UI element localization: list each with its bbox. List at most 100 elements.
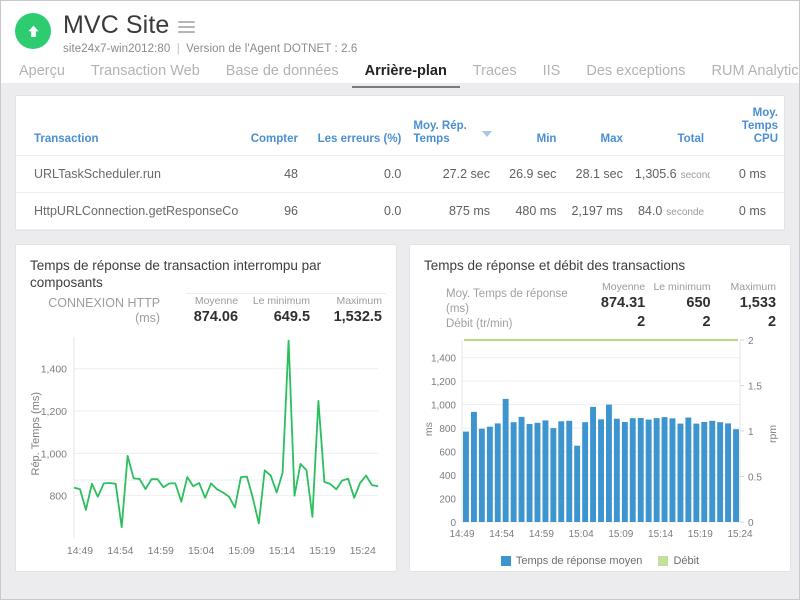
cell-total-value: 1,305.6 bbox=[635, 167, 677, 181]
svg-text:1,000: 1,000 bbox=[431, 401, 456, 412]
tab-apercu[interactable]: Aperçu bbox=[17, 62, 78, 88]
agent-version-label: Version de l'Agent DOTNET : 2.6 bbox=[186, 43, 357, 55]
tab-des-exceptions[interactable]: Des exceptions bbox=[573, 62, 698, 88]
svg-text:14:54: 14:54 bbox=[489, 529, 514, 540]
left-line-chart-svg[interactable]: 8001,0001,2001,40014:4914:5414:5915:0415… bbox=[26, 331, 386, 566]
right-stat-min-throughput: 2 bbox=[649, 313, 710, 332]
legend-item-response-time[interactable]: Temps de réponse moyen bbox=[501, 555, 643, 567]
right-chart-title: Temps de réponse et débit des transactio… bbox=[420, 255, 780, 274]
tab-traces[interactable]: Traces bbox=[460, 62, 530, 88]
cell-total-unit: seconde bbox=[681, 170, 711, 181]
cell-max: 2,197 ms bbox=[562, 193, 628, 230]
legend-label-response-time: Temps de réponse moyen bbox=[516, 555, 643, 567]
main-content: Transaction Compter Les erreurs (%) Moy.… bbox=[1, 83, 799, 572]
column-header-avg-response-time[interactable]: Moy. Rép. Temps bbox=[407, 96, 496, 156]
transactions-table-card: Transaction Compter Les erreurs (%) Moy.… bbox=[15, 95, 785, 231]
right-stat-avg: Moyenne 874.31 2 bbox=[584, 280, 649, 332]
legend-label-throughput: Débit bbox=[673, 555, 699, 567]
left-stat-max: Maximum 1,532.5 bbox=[314, 294, 386, 327]
svg-text:200: 200 bbox=[439, 495, 456, 506]
app-window: MVC Site site24x7-win2012:80 | Version d… bbox=[0, 0, 800, 600]
table-row[interactable]: URLTaskScheduler.run 48 0.0 27.2 sec 26.… bbox=[16, 156, 784, 193]
charts-row: Temps de réponse de transaction interrom… bbox=[15, 244, 785, 572]
cell-count: 48 bbox=[238, 156, 304, 193]
cell-total: 1,305.6 seconde bbox=[629, 156, 710, 193]
app-header: MVC Site site24x7-win2012:80 | Version d… bbox=[1, 1, 799, 83]
right-stat-avg-header: Moyenne bbox=[584, 280, 645, 294]
right-stat-max: Maximum 1,533 2 bbox=[715, 280, 780, 332]
svg-text:1,000: 1,000 bbox=[41, 448, 67, 460]
cell-min: 480 ms bbox=[496, 193, 562, 230]
right-bar-chart-svg[interactable]: 02004006008001,0001,2001,40000.511.5214:… bbox=[420, 336, 780, 548]
tab-arriere-plan[interactable]: Arrière-plan bbox=[352, 62, 460, 88]
svg-text:15:04: 15:04 bbox=[188, 545, 214, 557]
left-chart-plot: 8001,0001,2001,40014:4914:5414:5915:0415… bbox=[26, 331, 386, 571]
left-series-label: CONNEXION HTTP (ms) bbox=[26, 296, 170, 327]
legend-swatch-throughput bbox=[658, 556, 668, 566]
svg-text:0.5: 0.5 bbox=[748, 473, 762, 484]
cell-transaction[interactable]: HttpURLConnection.getResponseCode bbox=[16, 193, 238, 230]
component-response-time-chart-card: Temps de réponse de transaction interrom… bbox=[15, 244, 397, 572]
right-chart-plot: 02004006008001,0001,2001,40000.511.5214:… bbox=[420, 336, 780, 553]
header-subtitle: site24x7-win2012:80 | Version de l'Agent… bbox=[63, 43, 357, 55]
column-header-avg-cpu-time[interactable]: Moy. Temps CPU bbox=[710, 96, 784, 156]
svg-text:15:24: 15:24 bbox=[350, 545, 376, 557]
legend-swatch-response-time bbox=[501, 556, 511, 566]
right-stat-min-header: Le minimum bbox=[649, 280, 710, 294]
table-row[interactable]: HttpURLConnection.getResponseCode 96 0.0… bbox=[16, 193, 784, 230]
svg-text:2: 2 bbox=[748, 336, 754, 347]
cell-transaction[interactable]: URLTaskScheduler.run bbox=[16, 156, 238, 193]
svg-text:14:49: 14:49 bbox=[67, 545, 93, 557]
tab-transaction-web[interactable]: Transaction Web bbox=[78, 62, 213, 88]
right-chart-legend: Temps de réponse moyen Débit bbox=[410, 555, 790, 567]
svg-text:800: 800 bbox=[439, 424, 456, 435]
up-arrow-circle-icon bbox=[15, 13, 51, 49]
column-header-total[interactable]: Total bbox=[629, 96, 710, 156]
right-stat-min: Le minimum 650 2 bbox=[649, 280, 714, 332]
svg-text:1,400: 1,400 bbox=[431, 354, 456, 365]
subtitle-separator: | bbox=[177, 43, 180, 55]
left-stat-max-value: 1,532.5 bbox=[314, 308, 382, 327]
right-row-labels: Moy. Temps de réponse (ms) Débit (tr/min… bbox=[420, 287, 584, 332]
svg-text:15:09: 15:09 bbox=[228, 545, 254, 557]
svg-text:15:14: 15:14 bbox=[648, 529, 673, 540]
cell-total-value: 84.0 bbox=[638, 204, 662, 218]
left-chart-stats: CONNEXION HTTP (ms) Moyenne 874.06 Le mi… bbox=[26, 293, 386, 327]
svg-text:1,400: 1,400 bbox=[41, 364, 67, 376]
right-stat-min-resp: 650 bbox=[649, 294, 710, 313]
chevron-down-icon[interactable] bbox=[482, 131, 492, 137]
column-header-errors[interactable]: Les erreurs (%) bbox=[304, 96, 407, 156]
left-stat-min-value: 649.5 bbox=[242, 308, 310, 327]
table-header-row: Transaction Compter Les erreurs (%) Moy.… bbox=[16, 96, 784, 156]
response-time-throughput-chart-card: Temps de réponse et débit des transactio… bbox=[409, 244, 791, 572]
cell-avg-cpu-time: 0 ms bbox=[710, 193, 784, 230]
column-header-transaction[interactable]: Transaction bbox=[16, 96, 238, 156]
svg-text:800: 800 bbox=[49, 491, 67, 503]
svg-text:15:24: 15:24 bbox=[727, 529, 752, 540]
left-stat-avg-value: 874.06 bbox=[170, 308, 238, 327]
left-stat-min-header: Le minimum bbox=[242, 294, 310, 308]
column-header-count[interactable]: Compter bbox=[238, 96, 304, 156]
right-stat-max-throughput: 2 bbox=[715, 313, 776, 332]
svg-text:Rép. Temps (ms): Rép. Temps (ms) bbox=[30, 392, 42, 476]
left-chart-title: Temps de réponse de transaction interrom… bbox=[26, 255, 386, 291]
cell-total-unit: seconde bbox=[666, 207, 704, 218]
cell-min: 26.9 sec bbox=[496, 156, 562, 193]
cell-total: 84.0 seconde bbox=[629, 193, 710, 230]
column-header-avg-response-time-label: Moy. Rép. Temps bbox=[413, 120, 466, 145]
legend-item-throughput[interactable]: Débit bbox=[658, 555, 699, 567]
svg-text:0: 0 bbox=[748, 518, 754, 529]
svg-text:15:04: 15:04 bbox=[569, 529, 594, 540]
hamburger-menu-icon[interactable] bbox=[178, 21, 195, 33]
right-row-label-response: Moy. Temps de réponse (ms) bbox=[446, 287, 574, 317]
cell-errors: 0.0 bbox=[304, 156, 407, 193]
right-stat-max-resp: 1,533 bbox=[715, 294, 776, 313]
tab-base-de-donnees[interactable]: Base de données bbox=[213, 62, 352, 88]
tab-rum-analytics[interactable]: RUM Analytics bbox=[699, 62, 800, 88]
svg-text:600: 600 bbox=[439, 448, 456, 459]
column-header-min[interactable]: Min bbox=[496, 96, 562, 156]
host-label: site24x7-win2012:80 bbox=[63, 43, 170, 55]
left-stat-avg: Moyenne 874.06 bbox=[170, 294, 242, 327]
column-header-max[interactable]: Max bbox=[562, 96, 628, 156]
tab-iis[interactable]: IIS bbox=[530, 62, 574, 88]
